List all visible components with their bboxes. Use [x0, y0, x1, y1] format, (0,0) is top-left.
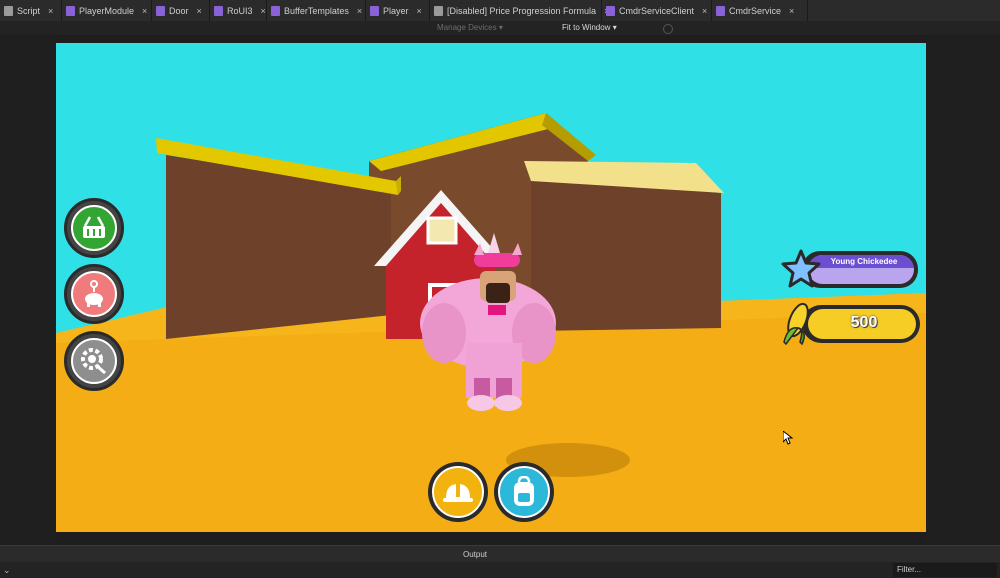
tab-label: CmdrService: [729, 5, 782, 16]
tab-label: CmdrServiceClient: [619, 5, 695, 16]
backpack-icon: [514, 476, 534, 506]
right-gutter: [926, 35, 1000, 545]
pet-elephant-icon: [85, 280, 103, 307]
output-panel-header[interactable]: Output: [0, 545, 1000, 563]
tab-label: BufferTemplates: [284, 5, 349, 16]
settings-gear-icon: [81, 348, 106, 375]
rank-bar: Young Chickedee: [781, 249, 918, 288]
module-script-icon: [214, 5, 223, 16]
filter-input[interactable]: Filter...: [893, 563, 997, 577]
right-wall: [531, 175, 721, 331]
close-icon[interactable]: ×: [197, 6, 202, 16]
rotate-device-icon[interactable]: [663, 24, 673, 34]
barn-window: [426, 216, 458, 245]
settings-button[interactable]: [64, 331, 124, 391]
tab-door[interactable]: Door ×: [152, 0, 210, 21]
pets-button[interactable]: [64, 264, 124, 324]
tab-buffertemplates[interactable]: BufferTemplates ×: [267, 0, 366, 21]
script-tab-bar: Script × PlayerModule × Door × RoUI3 × B…: [0, 0, 1000, 22]
hard-hat-icon: [443, 483, 473, 502]
shop-button[interactable]: [64, 198, 124, 258]
currency-value: 500: [850, 314, 878, 331]
fit-to-window-dropdown[interactable]: Fit to Window ▾: [562, 23, 617, 32]
close-icon[interactable]: ×: [357, 6, 362, 16]
output-toolbar: ⌄ Filter...: [0, 562, 1000, 578]
module-script-icon: [606, 5, 615, 16]
tab-price-progression-formula[interactable]: [Disabled] Price Progression Formula ×: [430, 0, 609, 21]
module-script-icon: [66, 5, 75, 16]
tab-roui3[interactable]: RoUI3 ×: [210, 0, 267, 21]
left-gutter: [0, 35, 56, 545]
tab-label: [Disabled] Price Progression Formula: [447, 5, 597, 16]
mouse-cursor-icon: [783, 431, 793, 445]
manage-devices-dropdown[interactable]: Manage Devices ▾: [437, 23, 503, 32]
tab-cmdrserviceclient[interactable]: CmdrServiceClient ×: [602, 0, 712, 21]
tab-label: Player: [383, 5, 409, 16]
game-viewport[interactable]: Young Chickedee 500: [56, 43, 926, 532]
manage-devices-label: Manage Devices: [437, 23, 497, 32]
chevron-down-icon[interactable]: ⌄: [3, 565, 11, 576]
close-icon[interactable]: ×: [417, 6, 422, 16]
rank-label: Young Chickedee: [830, 257, 898, 266]
tab-label: PlayerModule: [79, 5, 135, 16]
module-script-icon: [156, 5, 165, 16]
output-label: Output: [463, 550, 488, 559]
tab-label: RoUI3: [227, 5, 253, 16]
tab-label: Door: [169, 5, 189, 16]
corn-icon: [783, 302, 809, 346]
backpack-button[interactable]: [494, 462, 554, 522]
module-script-icon: [716, 5, 725, 16]
close-icon[interactable]: ×: [261, 6, 266, 16]
script-icon: [4, 5, 13, 16]
script-icon: [434, 5, 443, 16]
fit-to-window-label: Fit to Window: [562, 23, 611, 32]
close-icon[interactable]: ×: [789, 6, 794, 16]
build-button[interactable]: [428, 462, 488, 522]
star-icon: [781, 249, 821, 288]
module-script-icon: [370, 5, 379, 16]
close-icon[interactable]: ×: [48, 6, 53, 16]
currency-bar: 500: [783, 302, 920, 346]
module-script-icon: [271, 5, 280, 16]
shop-basket-icon: [83, 216, 105, 238]
tab-player[interactable]: Player ×: [366, 0, 430, 21]
tab-label: Script: [17, 5, 41, 16]
tab-cmdrservice[interactable]: CmdrService ×: [712, 0, 808, 21]
close-icon[interactable]: ×: [702, 6, 707, 16]
device-emulation-bar: Manage Devices ▾ Fit to Window ▾: [0, 21, 1000, 35]
tab-playermodule[interactable]: PlayerModule ×: [62, 0, 152, 21]
close-icon[interactable]: ×: [142, 6, 147, 16]
tab-script[interactable]: Script ×: [0, 0, 62, 21]
